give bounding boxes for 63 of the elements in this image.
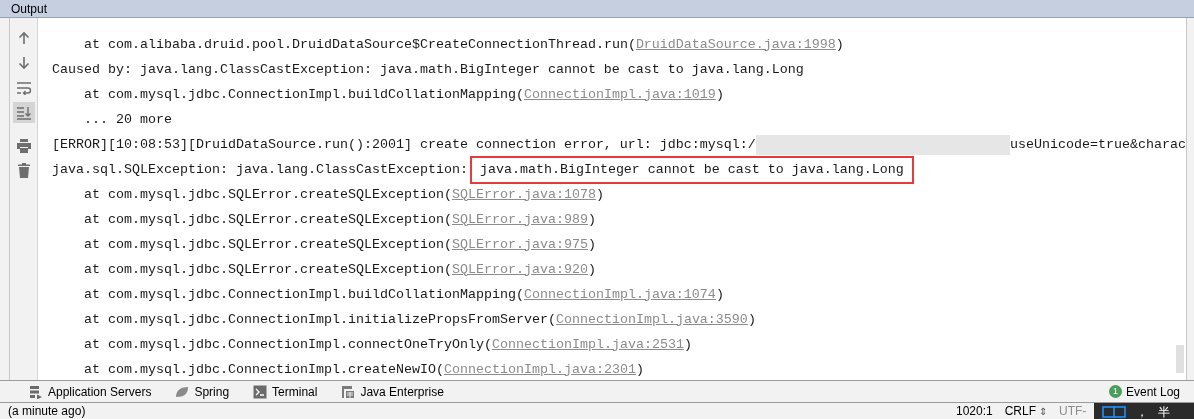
scroll-to-end-icon	[15, 105, 32, 120]
tool-window-tab[interactable]: Application Servers	[29, 382, 152, 401]
source-link[interactable]: SQLError.java:975	[451, 234, 588, 255]
source-link[interactable]: SQLError.java:920	[451, 259, 588, 280]
server-icon	[29, 384, 43, 399]
log-text: )	[635, 360, 644, 379]
log-text: )	[587, 210, 596, 229]
panel-title: Output	[11, 2, 48, 15]
log-text: )	[835, 35, 844, 54]
arrow-down-icon	[17, 55, 30, 70]
dropdown-caret: ⇕	[1039, 404, 1047, 419]
log-text: at com.mysql.jdbc.ConnectionImpl.createNewIO(	[84, 360, 444, 379]
tool-window-tab[interactable]: Spring	[175, 382, 230, 401]
status-message: (a minute ago)	[8, 403, 86, 419]
log-text: )	[587, 260, 596, 279]
log-text: )	[715, 285, 724, 304]
log-text: )	[587, 235, 596, 254]
keyboard-mode-icon	[1102, 406, 1126, 418]
width-mode: 半	[1158, 404, 1170, 419]
log-text: java.sql.SQLException: java.lang.ClassCastException:	[52, 160, 468, 179]
source-link[interactable]: ConnectionImpl.java:1074	[523, 284, 716, 305]
log-text: at com.mysql.jdbc.ConnectionImpl.buildCollationMapping(	[84, 285, 524, 304]
punctuation-mode: ，	[1136, 404, 1148, 419]
tool-window-tab[interactable]: Java Enterprise	[341, 382, 444, 401]
source-link[interactable]: DruidDataSource.java:1998	[635, 34, 836, 55]
log-text: )	[595, 185, 604, 204]
line-separator[interactable]: CRLF	[1004, 402, 1036, 419]
source-link[interactable]: SQLError.java:989	[451, 209, 588, 230]
tool-window-tab[interactable]: Terminal	[253, 382, 318, 401]
log-text: at com.mysql.jdbc.ConnectionImpl.initializePropsFromServer(	[84, 310, 556, 329]
log-text: )	[715, 85, 724, 104]
terminal-icon	[253, 384, 268, 399]
log-text: Caused by: java.lang.ClassCastException: java.math.BigInteger cannot be cast to java.lang.Long	[52, 60, 804, 79]
highlighted-message: java.math.BigInteger cannot be cast to java.lang.Long	[469, 155, 914, 184]
source-link[interactable]: ConnectionImpl.java:2531	[491, 334, 684, 355]
toolbar-button[interactable]	[12, 102, 35, 123]
source-link[interactable]: SQLError.java:1078	[451, 184, 596, 205]
file-encoding[interactable]: UTF-	[1059, 402, 1094, 419]
log-text: at com.mysql.jdbc.SQLError.createSQLException(	[84, 185, 452, 204]
log-text: at com.mysql.jdbc.SQLError.createSQLException(	[84, 235, 452, 254]
log-text: at com.mysql.jdbc.SQLError.createSQLException(	[84, 210, 452, 229]
log-text: at com.mysql.jdbc.ConnectionImpl.connectOneTryOnly(	[84, 335, 492, 354]
log-text: ... 20 more	[84, 110, 172, 129]
soft-wrap-icon	[15, 80, 32, 95]
log-text: [ERROR][10:08:53][DruidDataSource.run():2001] create connection error, url: jdbc:mysql:/	[52, 135, 756, 154]
log-text: )	[747, 310, 756, 329]
source-link[interactable]: ConnectionImpl.java:3590	[555, 309, 748, 330]
arrow-up-icon	[17, 30, 30, 45]
log-text: )	[683, 335, 692, 354]
source-link[interactable]: ConnectionImpl.java:2301	[443, 359, 636, 380]
print-icon	[15, 138, 32, 153]
caret-position[interactable]: 1020:1	[955, 402, 993, 419]
window-grid-icon	[341, 384, 356, 399]
event-log-tab[interactable]: 1 Event Log	[1108, 382, 1180, 401]
source-link[interactable]: ConnectionImpl.java:1019	[523, 84, 716, 105]
log-text: at com.alibaba.druid.pool.DruidDataSource$CreateConnectionThread.run(	[84, 35, 636, 54]
log-text: at com.mysql.jdbc.ConnectionImpl.buildCollationMapping(	[84, 85, 524, 104]
scrollbar-thumb[interactable]	[1176, 345, 1184, 373]
log-text: useUnicode=true&charac	[1010, 135, 1186, 154]
log-text: at com.mysql.jdbc.SQLError.createSQLException(	[84, 260, 452, 279]
trash-icon	[16, 163, 31, 178]
leaf-icon	[175, 385, 190, 398]
notification-badge: 1	[1108, 385, 1122, 398]
